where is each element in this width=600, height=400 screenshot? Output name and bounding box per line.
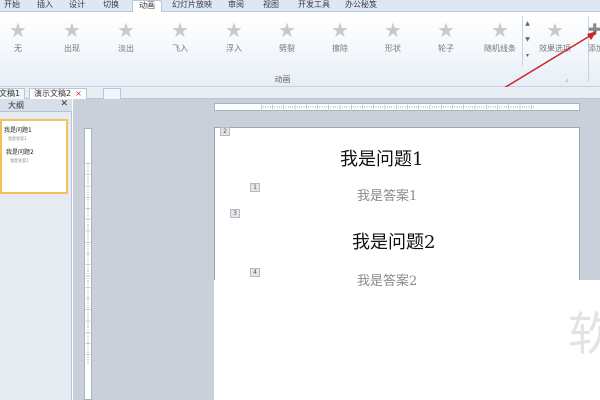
animation-label: 无 <box>14 44 22 53</box>
slide-answer-1[interactable]: 我是答案1 <box>357 185 417 204</box>
watermark: 软 <box>568 307 600 361</box>
horizontal-ruler[interactable] <box>214 103 580 111</box>
animation-split-button[interactable]: ★ 劈裂 <box>266 18 308 64</box>
animation-fade-button[interactable]: ★ 淡出 <box>105 18 147 64</box>
add-animation-button[interactable]: ✚ 添加 <box>588 18 600 64</box>
gallery-scroll[interactable]: ▲ ▼ ▾ <box>522 16 532 66</box>
star-icon: ★ <box>225 18 243 42</box>
animation-fly-in-button[interactable]: ★ 飞入 <box>159 18 201 64</box>
animation-group-label: 动画 <box>274 75 291 84</box>
slide-answer-2[interactable]: 我是答案2 <box>357 270 417 289</box>
page-area <box>214 280 600 400</box>
outline-question: 我是问题1 <box>4 127 32 134</box>
animation-label: 浮入 <box>226 44 242 53</box>
animation-none-button[interactable]: ★ 无 <box>0 18 39 64</box>
star-icon: ★ <box>331 18 349 42</box>
tab-transitions[interactable]: 切换 <box>103 0 119 12</box>
animation-wheel-button[interactable]: ★ 轮子 <box>425 18 467 64</box>
star-icon: ★ <box>437 18 455 42</box>
outline-question: 我是问题2 <box>6 149 34 156</box>
animation-label: 轮子 <box>438 44 454 53</box>
star-icon: ★ <box>171 18 189 42</box>
animation-float-in-button[interactable]: ★ 浮入 <box>213 18 255 64</box>
star-icon: ★ <box>117 18 135 42</box>
star-icon: ★ <box>491 18 509 42</box>
animation-label: 随机线条 <box>484 44 516 53</box>
outline-answer: 我是答案2 <box>10 158 29 163</box>
star-icon: ★ <box>546 18 564 42</box>
star-icon: ★ <box>278 18 296 42</box>
doc-tab-1[interactable]: 文稿1 <box>0 88 26 99</box>
outline-answer: 我是答案1 <box>8 136 27 141</box>
more-icon[interactable]: ▾ <box>523 48 532 64</box>
add-animation-icon: ✚ <box>588 20 600 39</box>
doc-tab-label: 演示文稿2 <box>34 89 72 98</box>
tab-insert[interactable]: 插入 <box>37 0 53 12</box>
animation-label: 淡出 <box>118 44 134 53</box>
tab-office-tips[interactable]: 办公秘笈 <box>345 0 377 12</box>
outline-slide-thumbnail[interactable]: 我是问题1 我是答案1 我是问题2 我是答案2 <box>0 119 68 194</box>
animation-order-marker[interactable]: 4 <box>250 268 260 277</box>
scroll-down-icon[interactable]: ▼ <box>523 32 532 48</box>
outline-title: 大纲 <box>8 101 24 110</box>
effect-options-button[interactable]: ★ 效果选项 <box>533 18 577 64</box>
slide-number-marker: 2 <box>220 127 230 136</box>
star-icon: ★ <box>9 18 27 42</box>
tab-animations[interactable]: 动画 <box>132 0 162 12</box>
tab-design[interactable]: 设计 <box>69 0 85 12</box>
animation-label: 劈裂 <box>279 44 295 53</box>
document-tab-bar: 文稿1 演示文稿2 × <box>0 87 600 99</box>
animation-wipe-button[interactable]: ★ 擦除 <box>319 18 361 64</box>
vertical-ruler[interactable] <box>84 128 92 400</box>
tab-review[interactable]: 审阅 <box>228 0 244 12</box>
add-animation-label: 添加 <box>588 44 600 53</box>
animation-label: 形状 <box>385 44 401 53</box>
close-icon[interactable]: ✕ <box>60 99 68 109</box>
tab-developer[interactable]: 开发工具 <box>298 0 330 12</box>
tab-home[interactable]: 开始 <box>4 0 20 12</box>
scroll-up-icon[interactable]: ▲ <box>523 16 532 32</box>
outline-header: 大纲 ✕ <box>0 99 72 112</box>
star-icon: ★ <box>63 18 81 42</box>
animation-ribbon: ★ 无 ★ 出现 ★ 淡出 ★ 飞入 ★ 浮入 ★ 劈裂 ★ 擦除 ★ 形状 ★… <box>0 12 600 87</box>
close-icon[interactable]: × <box>75 89 82 98</box>
animation-label: 出现 <box>64 44 80 53</box>
effect-options-label: 效果选项 <box>539 44 571 53</box>
doc-tab-2[interactable]: 演示文稿2 × <box>29 88 87 99</box>
animation-order-marker[interactable]: 3 <box>230 209 240 218</box>
tab-slideshow[interactable]: 幻灯片放映 <box>172 0 212 12</box>
animation-label: 擦除 <box>332 44 348 53</box>
animation-order-marker[interactable]: 1 <box>250 183 260 192</box>
slide-question-2[interactable]: 我是问题2 <box>352 228 435 254</box>
slide-question-1[interactable]: 我是问题1 <box>340 145 423 171</box>
animation-shape-button[interactable]: ★ 形状 <box>372 18 414 64</box>
animation-appear-button[interactable]: ★ 出现 <box>51 18 93 64</box>
animation-random-bars-button[interactable]: ★ 随机线条 <box>478 18 522 64</box>
dialog-launcher-icon[interactable]: ⌟ <box>565 75 568 83</box>
tab-view[interactable]: 视图 <box>263 0 279 12</box>
animation-label: 飞入 <box>172 44 188 53</box>
new-doc-tab[interactable] <box>103 88 121 99</box>
star-icon: ★ <box>384 18 402 42</box>
outline-pane: 大纲 ✕ 我是问题1 我是答案1 我是问题2 我是答案2 <box>0 99 72 400</box>
ribbon-tab-bar: 开始 插入 设计 切换 动画 幻灯片放映 审阅 视图 开发工具 办公秘笈 <box>0 0 600 12</box>
